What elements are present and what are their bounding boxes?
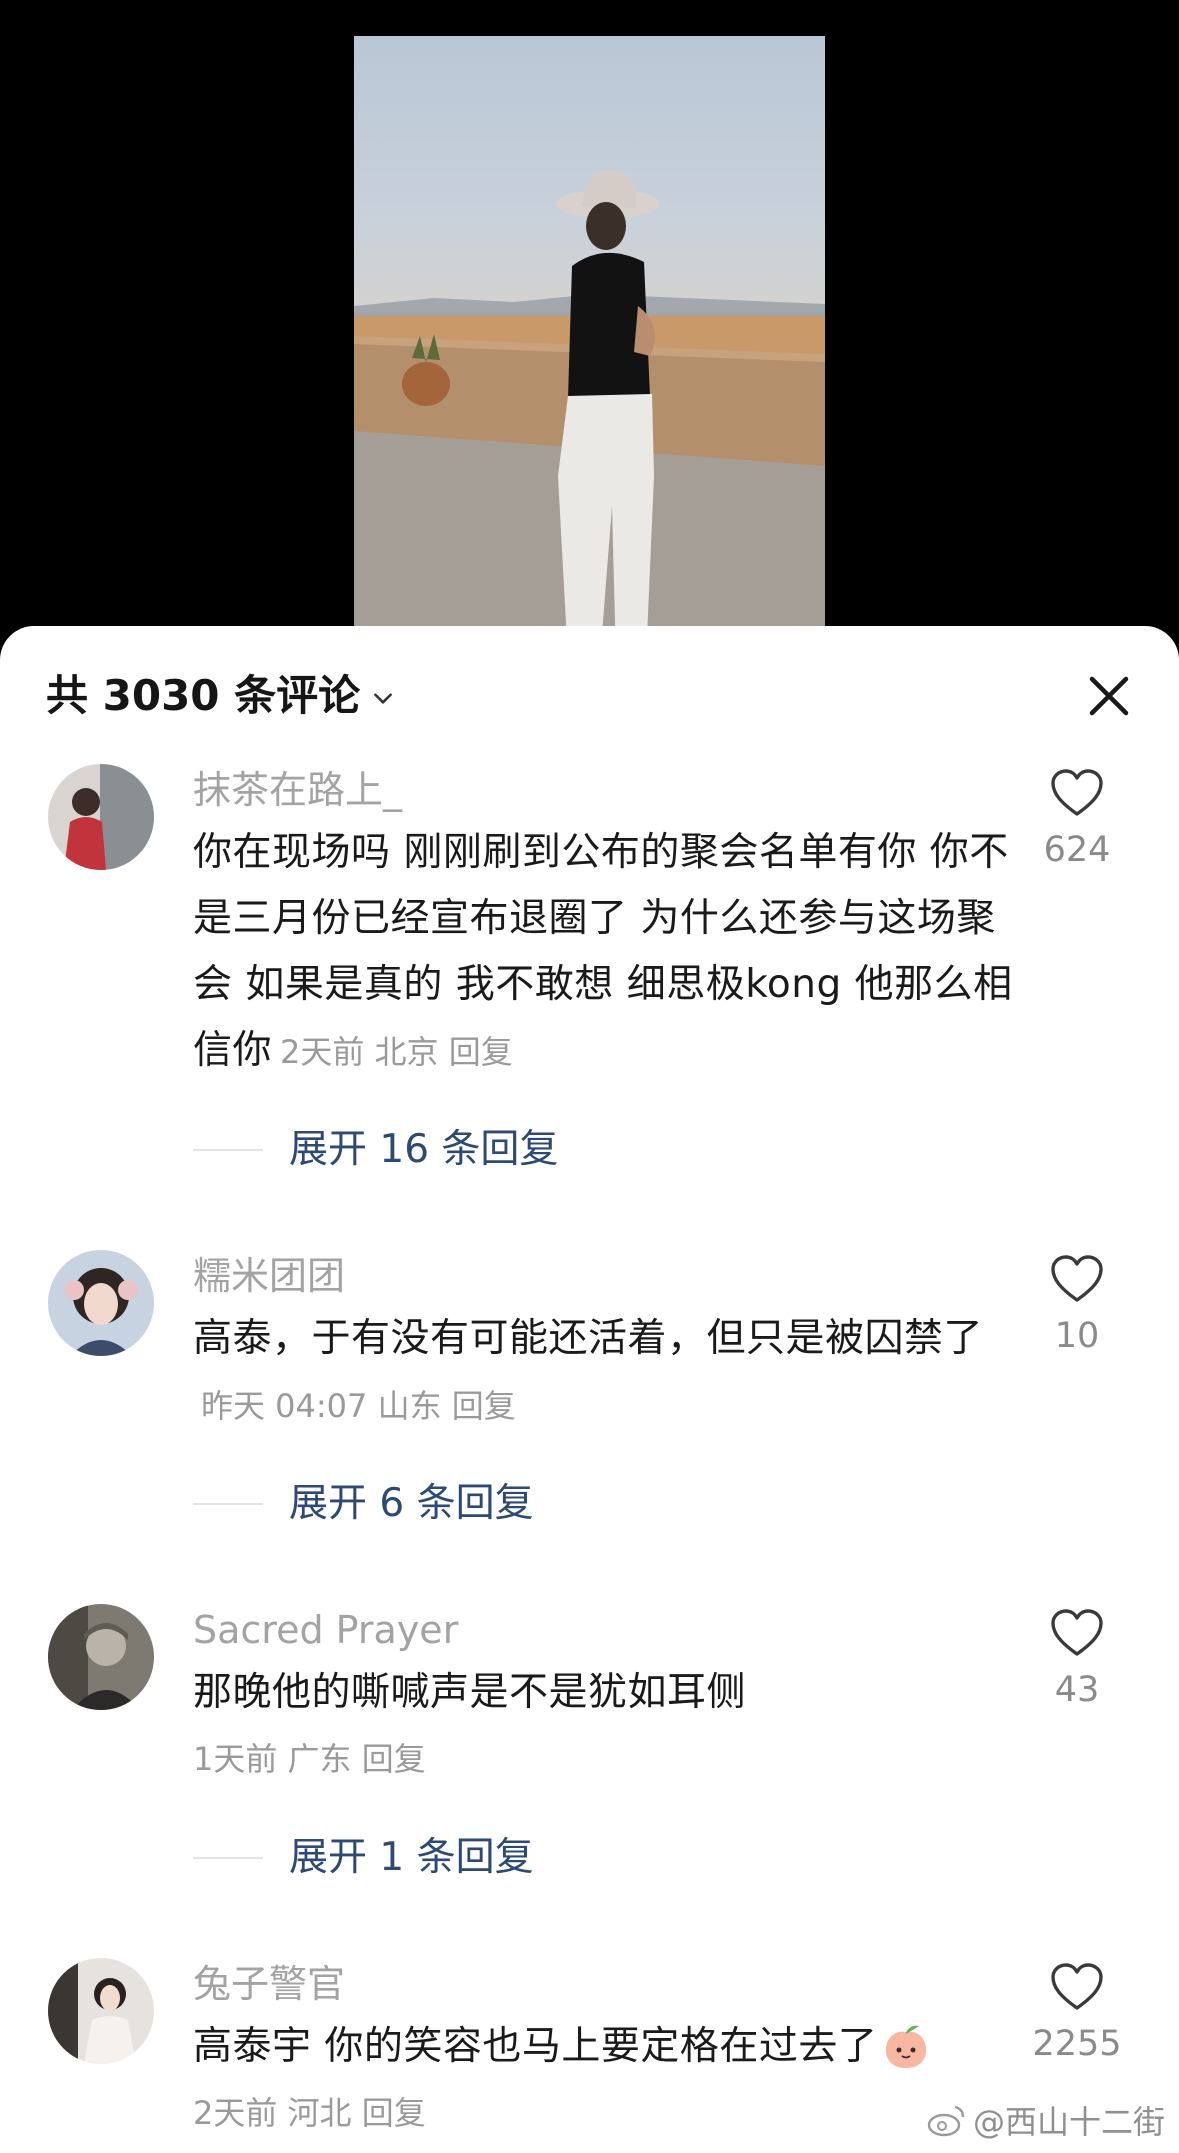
watermark: @西山十二街: [927, 2097, 1165, 2143]
video-scene-image: [354, 169, 825, 660]
chevron-down-icon: [374, 693, 393, 704]
comment-username[interactable]: 兔子警官: [193, 1954, 1013, 2014]
watermark-text: @西山十二街: [972, 2103, 1165, 2141]
heart-outline-icon: [1051, 769, 1103, 816]
expand-replies-label: 展开 16 条回复: [289, 1127, 559, 1172]
expand-replies-label: 展开 6 条回复: [289, 1481, 534, 1526]
like-button[interactable]: 2255: [1017, 1962, 1137, 2068]
comment-text: 那晚他的嘶喊声是不是犹如耳侧: [193, 1670, 747, 1715]
comment-meta[interactable]: 2天前 河北 回复: [193, 2080, 1013, 2146]
comment-username[interactable]: 抹茶在路上_: [193, 760, 1013, 820]
expand-replies-button[interactable]: 展开 1 条回复: [193, 1828, 534, 1888]
like-count: 624: [1043, 830, 1111, 870]
comment-meta[interactable]: 2天前 北京 回复: [280, 1033, 513, 1071]
like-count: 10: [1054, 1316, 1100, 1356]
comment-username[interactable]: 糯米团团: [193, 1246, 1013, 1306]
expand-replies-button[interactable]: 展开 6 条回复: [193, 1474, 534, 1534]
weibo-logo-icon: [927, 2105, 965, 2137]
video-player[interactable]: [0, 0, 1179, 660]
avatar[interactable]: [48, 764, 154, 870]
heart-outline-icon: [1051, 1255, 1103, 1302]
divider-line: [193, 1149, 263, 1151]
heart-outline-icon: [1051, 1963, 1103, 2010]
heart-outline-icon: [1051, 1609, 1103, 1656]
comment-meta[interactable]: 1天前 广东 回复: [193, 1726, 1013, 1792]
like-count: 43: [1054, 1670, 1100, 1710]
like-button[interactable]: 624: [1017, 768, 1137, 874]
avatar[interactable]: [48, 1604, 154, 1710]
close-button[interactable]: [1079, 666, 1139, 726]
comment-text: 高泰宇 你的笑容也马上要定格在过去了: [193, 2024, 878, 2069]
like-count: 2255: [1032, 2024, 1122, 2064]
expand-replies-label: 展开 1 条回复: [289, 1835, 534, 1880]
comment-count-sort-toggle[interactable]: 共 3030 条评论: [46, 664, 396, 728]
comment-meta[interactable]: 昨天 04:07 山东 回复: [201, 1387, 516, 1425]
like-button[interactable]: 43: [1017, 1608, 1137, 1714]
avatar[interactable]: [48, 1250, 154, 1356]
comment-sheet: 共 3030 条评论 抹茶在路上_ 你在现场吗 刚刚刷到公布的聚会名单有你 你不…: [0, 626, 1179, 2153]
video-frame[interactable]: [354, 36, 825, 660]
divider-line: [193, 1503, 263, 1505]
avatar[interactable]: [48, 1958, 154, 2064]
expand-replies-button[interactable]: 展开 16 条回复: [193, 1120, 558, 1180]
close-icon: [1089, 676, 1129, 716]
comment-text: 高泰，于有没有可能还活着，但只是被囚禁了: [193, 1316, 984, 1361]
like-button[interactable]: 10: [1017, 1254, 1137, 1360]
comment-sheet-header: 共 3030 条评论: [0, 626, 1179, 764]
comment-count-label: 共 3030 条评论: [46, 671, 361, 720]
comment-username[interactable]: Sacred Prayer: [193, 1600, 1013, 1660]
peach-emoji-icon: [886, 2025, 927, 2068]
divider-line: [193, 1857, 263, 1859]
